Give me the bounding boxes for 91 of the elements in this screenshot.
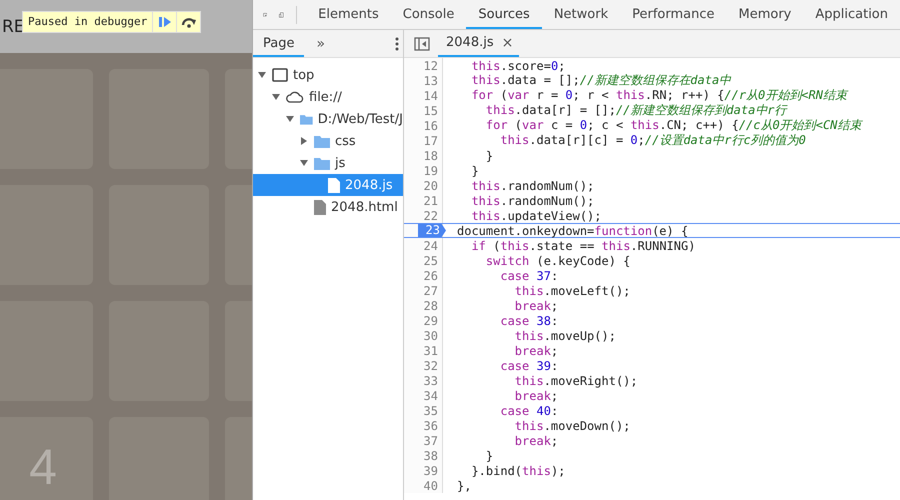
panel-tab[interactable]: Network	[542, 0, 620, 29]
breakpoint-marker[interactable]: 23	[418, 224, 446, 237]
menu-icon[interactable]	[395, 36, 399, 50]
panel-tab[interactable]: Console	[390, 0, 466, 29]
code-line: break;	[514, 298, 558, 312]
toggle-navigator-icon[interactable]	[414, 36, 430, 50]
line-number: 34	[424, 388, 439, 402]
code-line: break;	[514, 388, 558, 402]
panel-tab[interactable]: Memory	[726, 0, 804, 29]
line-number: 27	[424, 284, 439, 298]
paused-message: Paused in debugger	[27, 14, 148, 30]
line-number: 12	[424, 58, 439, 72]
code-line: document.onkeydown=function(e) {	[457, 224, 688, 238]
tree-item[interactable]: css	[253, 130, 403, 152]
disclosure-triangle-icon[interactable]	[300, 159, 308, 167]
line-number: 40	[424, 478, 439, 492]
resume-icon	[156, 15, 173, 29]
tree-item[interactable]: top	[253, 64, 403, 86]
line-number: 29	[424, 314, 439, 328]
step-over-icon	[180, 15, 198, 29]
disclosure-triangle-icon[interactable]	[300, 137, 308, 145]
code-line: this.updateView();	[470, 208, 602, 222]
line-number: 18	[424, 148, 439, 162]
folder-icon	[314, 134, 330, 148]
line-number: 24	[424, 238, 439, 252]
code-line: this.moveDown();	[514, 418, 630, 432]
line-number: 28	[424, 298, 439, 312]
code-line: case 38:	[499, 314, 558, 328]
file-icon	[314, 200, 326, 214]
line-number: 17	[424, 134, 439, 148]
line-number: 19	[424, 164, 439, 178]
code-line: case 39:	[499, 358, 558, 372]
folder-icon	[300, 112, 313, 126]
panel-tab[interactable]: Elements	[306, 0, 391, 29]
line-number: 20	[424, 178, 439, 192]
line-number: 39	[424, 464, 439, 478]
code-line: }.bind(this);	[470, 464, 566, 478]
code-line: switch (e.keyCode) {	[484, 254, 630, 268]
more-tabs-button[interactable]: »	[316, 36, 326, 52]
folder-icon	[314, 156, 330, 170]
code-line: this.randomNum();	[470, 178, 594, 192]
code-line: },	[457, 478, 472, 492]
code-line: break;	[514, 344, 558, 358]
code-line: this.score=0;	[470, 58, 566, 72]
disclosure-triangle-icon[interactable]	[272, 93, 280, 101]
line-number: 37	[424, 434, 439, 448]
window-icon	[272, 68, 288, 82]
code-line: if (this.state == this.RUNNING)	[470, 238, 696, 252]
code-line: this.moveUp();	[514, 328, 616, 342]
disclosure-triangle-icon[interactable]	[286, 115, 294, 123]
code-line: case 40:	[499, 404, 558, 418]
cloud-icon	[286, 91, 304, 103]
code-line: this.data[r][c] = 0;//设置data中r行c列的值为0	[499, 132, 806, 149]
line-number: 26	[424, 268, 439, 282]
line-number: 38	[424, 448, 439, 462]
line-number: 25	[424, 254, 439, 268]
code-line: }	[470, 164, 479, 178]
line-number: 35	[424, 404, 439, 418]
line-number: 36	[424, 418, 439, 432]
tree-item[interactable]: js	[253, 152, 403, 174]
code-line: break;	[514, 434, 558, 448]
code-line: this.moveLeft();	[514, 284, 630, 298]
line-number: 16	[424, 118, 439, 132]
file-icon	[328, 178, 340, 192]
code-line: }	[484, 448, 494, 462]
page-tab[interactable]: Page	[253, 30, 304, 57]
line-number: 22	[424, 208, 439, 222]
line-number: 32	[424, 358, 439, 372]
line-number: 30	[424, 328, 439, 342]
code-line: }	[484, 148, 494, 162]
tree-item[interactable]: file://	[253, 86, 403, 108]
tree-item[interactable]: D:/Web/Test/J	[253, 108, 403, 130]
line-number: 15	[424, 104, 439, 118]
code-line: case 37:	[499, 268, 558, 282]
file-tab[interactable]: 2048.js ×	[438, 30, 520, 57]
line-number: 31	[424, 344, 439, 358]
tree-item[interactable]: 2048.html	[253, 196, 403, 218]
code-line: this.data = [];//新建空数组保存在data中	[470, 72, 732, 89]
close-tab-button[interactable]: ×	[502, 34, 514, 50]
line-number: 14	[424, 88, 439, 102]
code-line: for (var r = 0; r < this.RN; r++) {//r从0开始到<RN结束	[470, 87, 847, 104]
code-line: this.data[r] = [];//新建空数组保存到data中r行	[484, 102, 787, 119]
code-line: this.moveRight();	[514, 374, 638, 388]
code-line: for (var c = 0; c < this.CN; c++) {//c从0开始到<CN结束	[484, 117, 862, 134]
code-line: this.randomNum();	[470, 194, 594, 208]
line-number: 21	[424, 194, 439, 208]
line-number: 13	[424, 74, 439, 88]
panel-tab[interactable]: Application	[803, 0, 900, 29]
panel-tab[interactable]: Performance	[620, 0, 726, 29]
disclosure-triangle-icon[interactable]	[258, 71, 266, 79]
line-number: 33	[424, 374, 439, 388]
